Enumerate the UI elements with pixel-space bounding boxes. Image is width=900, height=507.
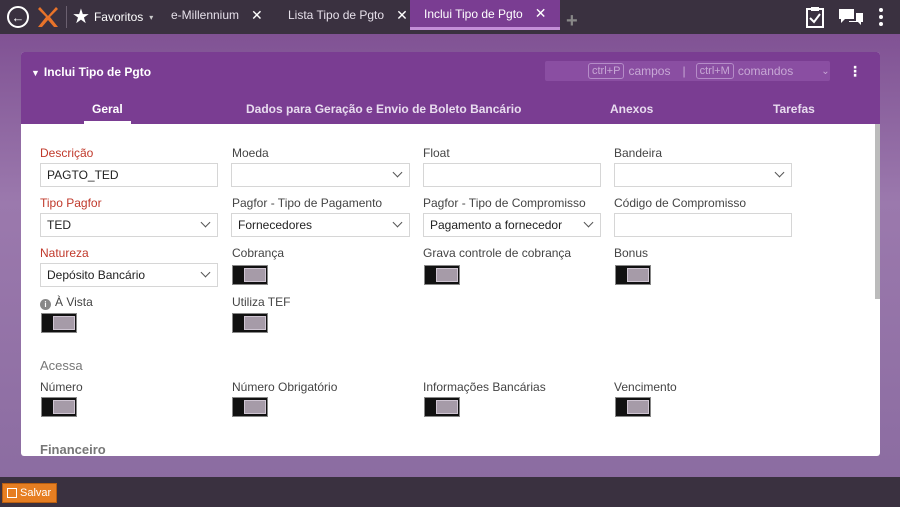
- add-tab-icon[interactable]: +: [566, 10, 578, 33]
- natureza-label: Natureza: [40, 246, 89, 260]
- utiliza-tef-toggle[interactable]: [232, 313, 268, 333]
- bandeira-select[interactable]: [614, 163, 792, 187]
- panel-header: ▼ Inclui Tipo de Pgto ctrl+P campos | ctr…: [21, 52, 880, 124]
- tab-label: e-Millennium: [171, 8, 240, 22]
- toggle-knob: [244, 400, 266, 414]
- close-icon[interactable]: ✕: [535, 5, 547, 22]
- informacoes-bancarias-label: Informações Bancárias: [423, 380, 546, 394]
- a-vista-label: À Vista: [55, 295, 93, 309]
- subtab-bar: Geral Dados para Geração e Envio de Bole…: [21, 100, 880, 124]
- shortcut-label-comandos: comandos: [737, 64, 794, 78]
- tab-anexos[interactable]: Anexos: [610, 102, 653, 116]
- chevron-down-icon[interactable]: ⌄: [821, 66, 829, 77]
- codigo-compromisso-label: Código de Compromisso: [614, 196, 747, 210]
- bottom-bar: Salvar: [0, 477, 900, 507]
- moeda-select[interactable]: [231, 163, 410, 187]
- numero-obrigatorio-toggle[interactable]: [232, 397, 268, 417]
- float-label: Float: [423, 146, 450, 160]
- codigo-compromisso-input[interactable]: [614, 213, 792, 237]
- panel-menu-icon[interactable]: ⋮: [848, 63, 862, 80]
- divider: [66, 6, 67, 28]
- bonus-toggle[interactable]: [615, 265, 651, 285]
- shortcut-key-comandos: ctrl+M: [695, 63, 734, 79]
- a-vista-label-wrap: i À Vista: [40, 295, 93, 310]
- toggle-knob: [53, 400, 75, 414]
- utiliza-tef-label: Utiliza TEF: [232, 295, 291, 309]
- vencimento-label: Vencimento: [614, 380, 677, 394]
- descricao-input[interactable]: PAGTO_TED: [40, 163, 218, 187]
- chevron-down-icon: [774, 167, 785, 178]
- form-body: Descrição PAGTO_TED Moeda Float Bandeira…: [21, 124, 880, 456]
- toggle-knob: [436, 268, 458, 282]
- panel-title[interactable]: ▼ Inclui Tipo de Pgto: [31, 65, 151, 79]
- pagfor-tipo-compromisso-label: Pagfor - Tipo de Compromisso: [423, 196, 586, 210]
- save-label: Salvar: [20, 487, 52, 499]
- vencimento-toggle[interactable]: [615, 397, 651, 417]
- vertical-scrollbar[interactable]: [875, 124, 880, 299]
- top-bar: ← ★ Favoritos ▾ e-Millennium ✕ Lista Tip…: [0, 0, 900, 34]
- descricao-label: Descrição: [40, 146, 94, 160]
- toggle-knob: [627, 400, 649, 414]
- toggle-knob: [244, 316, 266, 330]
- shortcut-label-campos: campos: [628, 64, 671, 78]
- chevron-down-icon: [200, 267, 211, 278]
- grava-controle-toggle[interactable]: [424, 265, 460, 285]
- toggle-knob: [436, 400, 458, 414]
- tipo-pagfor-label: Tipo Pagfor: [40, 196, 102, 210]
- tab-tarefas[interactable]: Tarefas: [773, 102, 815, 116]
- tipo-pagfor-select[interactable]: TED: [40, 213, 218, 237]
- natureza-select[interactable]: Depósito Bancário: [40, 263, 218, 287]
- toggle-knob: [627, 268, 649, 282]
- floppy-disk-icon: [7, 488, 17, 498]
- favorites-menu[interactable]: ★ Favoritos ▾: [72, 0, 153, 34]
- close-icon[interactable]: ✕: [251, 7, 263, 24]
- save-button[interactable]: Salvar: [2, 483, 58, 503]
- pagfor-tipo-compromisso-select[interactable]: Pagamento a fornecedor: [423, 213, 601, 237]
- chat-icon[interactable]: [838, 8, 864, 26]
- tab-dados-boleto[interactable]: Dados para Geração e Envio de Boleto Ban…: [246, 102, 521, 116]
- a-vista-toggle[interactable]: [41, 313, 77, 333]
- form-panel: ▼ Inclui Tipo de Pgto ctrl+P campos | ctr…: [21, 52, 880, 456]
- moeda-label: Moeda: [232, 146, 269, 160]
- float-input[interactable]: [423, 163, 601, 187]
- bandeira-label: Bandeira: [614, 146, 663, 160]
- chevron-down-icon: ▾: [149, 12, 154, 22]
- numero-toggle[interactable]: [41, 397, 77, 417]
- section-financeiro-heading: Financeiro: [40, 442, 106, 456]
- more-vertical-icon[interactable]: [878, 8, 884, 26]
- info-icon[interactable]: i: [40, 299, 51, 310]
- tab-label: Lista Tipo de Pgto: [288, 8, 385, 22]
- toggle-knob: [53, 316, 75, 330]
- shortcut-key-campos: ctrl+P: [588, 63, 625, 79]
- cobranca-toggle[interactable]: [232, 265, 268, 285]
- shortcut-separator: |: [682, 64, 686, 78]
- informacoes-bancarias-toggle[interactable]: [424, 397, 460, 417]
- tab-e-millennium[interactable]: e-Millennium ✕: [171, 0, 263, 30]
- section-acessa-heading: Acessa: [40, 358, 83, 373]
- chevron-down-icon: [200, 217, 211, 228]
- pagfor-tipo-pagamento-select[interactable]: Fornecedores: [231, 213, 410, 237]
- pagfor-tipo-pagamento-label: Pagfor - Tipo de Pagamento: [232, 196, 383, 210]
- collapse-triangle-icon: ▼: [31, 68, 40, 78]
- app-logo-icon: [38, 7, 58, 27]
- cobranca-label: Cobrança: [232, 246, 285, 260]
- grava-controle-label: Grava controle de cobrança: [423, 246, 572, 260]
- star-icon: ★: [72, 6, 90, 28]
- chevron-down-icon: [392, 217, 403, 228]
- tab-label: Inclui Tipo de Pgto: [424, 6, 523, 21]
- bonus-label: Bonus: [614, 246, 649, 260]
- toggle-knob: [244, 268, 266, 282]
- chevron-down-icon: [583, 217, 594, 228]
- chevron-down-icon: [392, 167, 403, 178]
- clipboard-check-icon[interactable]: [805, 6, 825, 28]
- command-search-box[interactable]: ctrl+P campos | ctrl+M comandos ⌄: [545, 61, 830, 81]
- favorites-label: Favoritos: [93, 10, 144, 24]
- tab-lista-tipo-pgto[interactable]: Lista Tipo de Pgto ✕: [288, 0, 408, 30]
- numero-label: Número: [40, 380, 83, 394]
- numero-obrigatorio-label: Número Obrigatório: [232, 380, 338, 394]
- tab-inclui-tipo-pgto[interactable]: Inclui Tipo de Pgto ✕: [410, 0, 561, 30]
- close-icon[interactable]: ✕: [396, 7, 408, 24]
- tab-geral[interactable]: Geral: [84, 102, 131, 124]
- back-arrow-icon[interactable]: ←: [7, 6, 29, 28]
